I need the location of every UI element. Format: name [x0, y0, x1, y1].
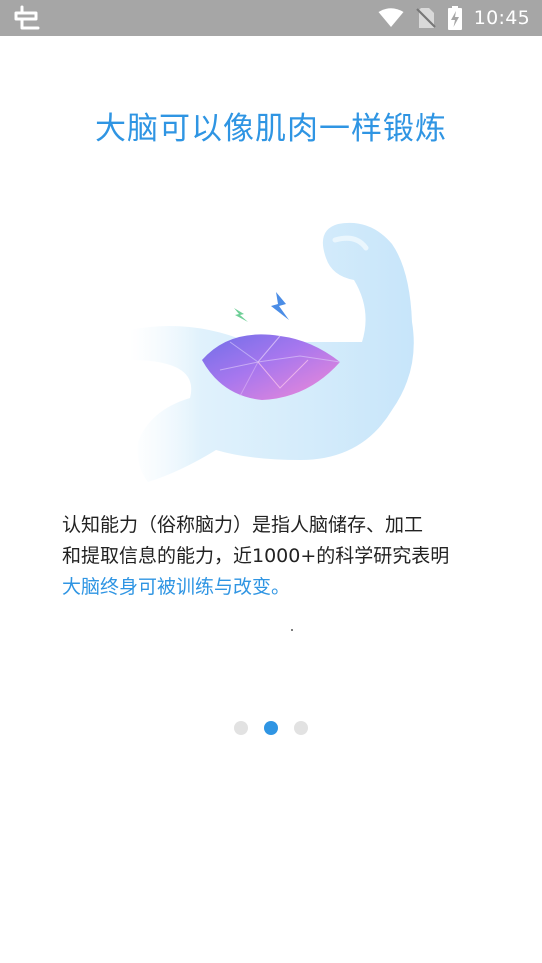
artifact-dot	[291, 629, 293, 631]
battery-charging-icon	[447, 6, 462, 30]
page-dot-3[interactable]	[294, 721, 308, 735]
intro-description: 认知能力（俗称脑力）是指人脑储存、加工 和提取信息的能力，近1000+的科学研究…	[62, 510, 502, 603]
description-line: 认知能力（俗称脑力）是指人脑储存、加工	[62, 514, 424, 536]
page-title: 大脑可以像肌肉一样锻炼	[95, 111, 447, 147]
spark-icon	[234, 308, 248, 322]
description-line: 和提取信息的能力，近1000+的科学研究表明	[62, 545, 450, 567]
no-sim-icon	[415, 8, 436, 28]
page-dot-2-active[interactable]	[264, 721, 278, 735]
status-bar: 10:45	[0, 0, 542, 36]
description-highlight: 大脑终身可被训练与改变。	[62, 576, 291, 598]
wifi-icon	[378, 8, 404, 27]
page-dot-1[interactable]	[234, 721, 248, 735]
status-time: 10:45	[473, 7, 530, 29]
bug-icon	[14, 5, 40, 30]
lightning-icon	[271, 292, 289, 320]
page-indicator	[0, 721, 542, 735]
flexed-arm-brain-illustration	[130, 222, 414, 482]
